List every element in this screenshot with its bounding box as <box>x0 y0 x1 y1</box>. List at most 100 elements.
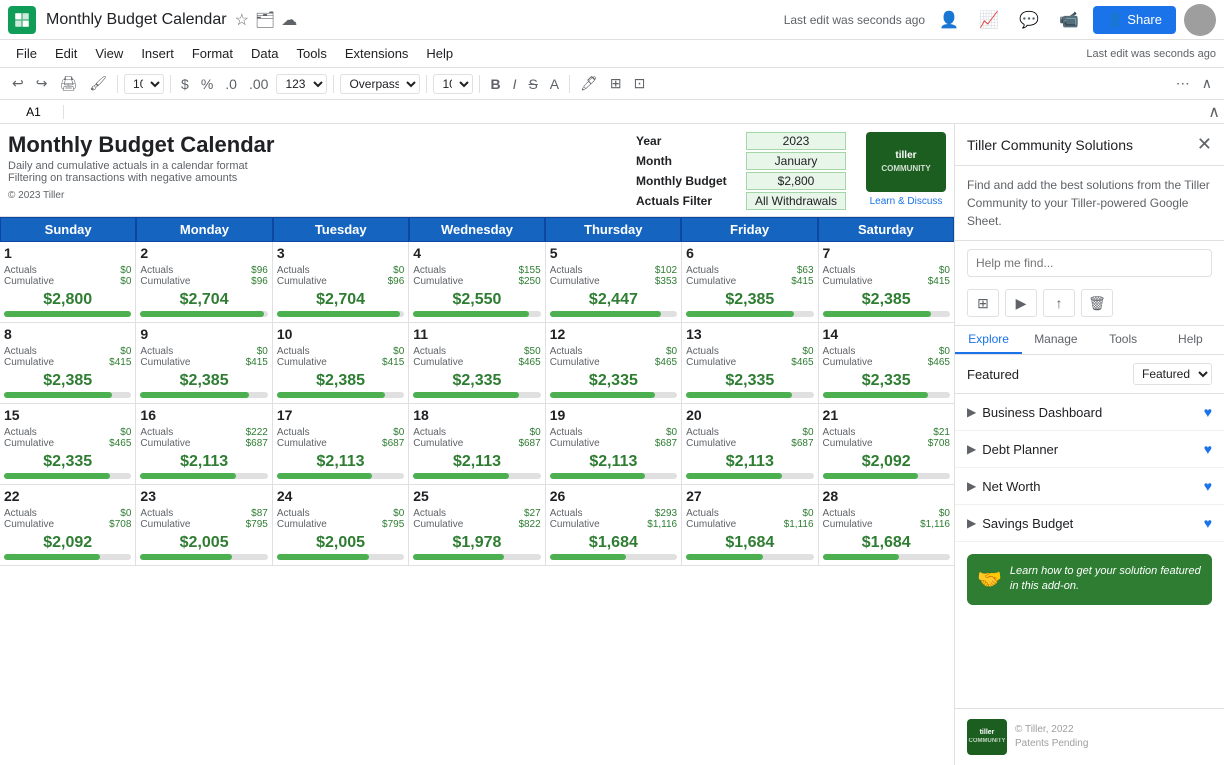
day-cell-28[interactable]: 28 Actuals $0 Cumulative $1,116 $1,684 <box>819 485 954 565</box>
percent-button[interactable]: % <box>197 74 217 94</box>
day-cell-23[interactable]: 23 Actuals $87 Cumulative $795 $2,005 <box>136 485 272 565</box>
day-cell-2[interactable]: 2 Actuals $96 Cumulative $96 $2,704 <box>136 242 272 322</box>
tab-tools[interactable]: Tools <box>1090 326 1157 354</box>
table-icon-button[interactable]: ⊞ <box>967 289 999 317</box>
meet-icon[interactable]: 📹 <box>1053 4 1085 36</box>
menu-edit[interactable]: Edit <box>47 44 85 63</box>
format-more-select[interactable]: 123 <box>276 74 327 94</box>
day-cell-10[interactable]: 10 Actuals $0 Cumulative $415 $2,385 <box>273 323 409 403</box>
merge-button[interactable]: ⊡ <box>630 73 650 94</box>
heart-icon[interactable]: ♥ <box>1204 441 1212 457</box>
budget-value[interactable]: $2,800 <box>746 172 846 190</box>
highlight-button[interactable]: 🖊 <box>576 73 602 94</box>
day-cell-21[interactable]: 21 Actuals $21 Cumulative $708 $2,092 <box>819 404 954 484</box>
year-value[interactable]: 2023 <box>746 132 846 150</box>
day-cell-7[interactable]: 7 Actuals $0 Cumulative $415 $2,385 <box>819 242 954 322</box>
tiller-bottom: tillerCOMMUNITY © Tiller, 2022 Patents P… <box>955 708 1224 765</box>
heart-icon[interactable]: ♥ <box>1204 478 1212 494</box>
currency-button[interactable]: $ <box>177 74 193 94</box>
menu-file[interactable]: File <box>8 44 45 63</box>
italic-button[interactable]: I <box>509 74 521 94</box>
menu-format[interactable]: Format <box>184 44 241 63</box>
text-color-button[interactable]: A <box>546 74 563 94</box>
day-cell-16[interactable]: 16 Actuals $222 Cumulative $687 $2,113 <box>136 404 272 484</box>
day-cell-4[interactable]: 4 Actuals $155 Cumulative $250 $2,550 <box>409 242 545 322</box>
day-cell-18[interactable]: 18 Actuals $0 Cumulative $687 $2,113 <box>409 404 545 484</box>
help-search-input[interactable] <box>967 249 1212 277</box>
decimal2-button[interactable]: .00 <box>245 74 272 94</box>
day-cell-25[interactable]: 25 Actuals $27 Cumulative $822 $1,978 <box>409 485 545 565</box>
day-cell-5[interactable]: 5 Actuals $102 Cumulative $353 $2,447 <box>546 242 682 322</box>
upload-icon-button[interactable]: ↑ <box>1043 289 1075 317</box>
menu-insert[interactable]: Insert <box>133 44 182 63</box>
solution-item-0[interactable]: ▶ Business Dashboard ♥ <box>955 394 1224 431</box>
day-cell-14[interactable]: 14 Actuals $0 Cumulative $465 $2,335 <box>819 323 954 403</box>
cloud-icon[interactable]: ☁ <box>281 10 297 30</box>
day-cell-3[interactable]: 3 Actuals $0 Cumulative $96 $2,704 <box>273 242 409 322</box>
heart-icon[interactable]: ♥ <box>1204 404 1212 420</box>
comments-history-icon[interactable]: 👤 <box>933 4 965 36</box>
month-value[interactable]: January <box>746 152 846 170</box>
cell-reference[interactable]: A1 <box>4 105 64 119</box>
featured-select[interactable]: Featured <box>1133 363 1212 385</box>
day-cell-20[interactable]: 20 Actuals $0 Cumulative $687 $2,113 <box>682 404 818 484</box>
avatar[interactable] <box>1184 4 1216 36</box>
menu-tools[interactable]: Tools <box>288 44 334 63</box>
collapse-button[interactable]: ∧ <box>1198 73 1216 94</box>
formula-collapse-button[interactable]: ∧ <box>1208 102 1220 122</box>
day-cell-9[interactable]: 9 Actuals $0 Cumulative $415 $2,385 <box>136 323 272 403</box>
day-cell-26[interactable]: 26 Actuals $293 Cumulative $1,116 $1,684 <box>546 485 682 565</box>
font-name-select[interactable]: Overpass <box>340 74 420 94</box>
more-options-button[interactable]: ⋯ <box>1172 73 1194 94</box>
menu-view[interactable]: View <box>87 44 131 63</box>
chat-icon[interactable]: 💬 <box>1013 4 1045 36</box>
bold-button[interactable]: B <box>486 74 504 94</box>
trending-icon[interactable]: 📈 <box>973 4 1005 36</box>
borders-button[interactable]: ⊞ <box>606 73 626 94</box>
day-cell-24[interactable]: 24 Actuals $0 Cumulative $795 $2,005 <box>273 485 409 565</box>
day-cell-1[interactable]: 1 Actuals $0 Cumulative $0 $2,800 <box>0 242 136 322</box>
day-cell-13[interactable]: 13 Actuals $0 Cumulative $465 $2,335 <box>682 323 818 403</box>
menu-extensions[interactable]: Extensions <box>337 44 417 63</box>
tab-manage[interactable]: Manage <box>1022 326 1089 354</box>
trash-icon-button[interactable]: 🗑 <box>1081 289 1113 317</box>
tab-help[interactable]: Help <box>1157 326 1224 354</box>
day-cell-8[interactable]: 8 Actuals $0 Cumulative $415 $2,385 <box>0 323 136 403</box>
day-cell-12[interactable]: 12 Actuals $0 Cumulative $465 $2,335 <box>546 323 682 403</box>
strikethrough-button[interactable]: S <box>524 74 541 94</box>
day-cell-19[interactable]: 19 Actuals $0 Cumulative $687 $2,113 <box>546 404 682 484</box>
day-number: 9 <box>140 325 267 345</box>
tab-explore[interactable]: Explore <box>955 326 1022 354</box>
decimal0-button[interactable]: .0 <box>221 74 241 94</box>
paint-format-button[interactable]: 🖌 <box>85 73 111 94</box>
solution-item-2[interactable]: ▶ Net Worth ♥ <box>955 468 1224 505</box>
filter-value[interactable]: All Withdrawals <box>746 192 846 210</box>
undo-button[interactable]: ↩ <box>8 73 28 94</box>
progress-bar-bg <box>140 554 267 560</box>
zoom-select[interactable]: 100% <box>124 74 164 94</box>
solution-item-3[interactable]: ▶ Savings Budget ♥ <box>955 505 1224 542</box>
day-cell-11[interactable]: 11 Actuals $50 Cumulative $465 $2,335 <box>409 323 545 403</box>
day-cell-15[interactable]: 15 Actuals $0 Cumulative $465 $2,335 <box>0 404 136 484</box>
print-button[interactable]: 🖨 <box>55 73 81 94</box>
arrow-icon-button[interactable]: ▶ <box>1005 289 1037 317</box>
folder-icon[interactable]: 🗂 <box>255 10 275 30</box>
learn-link[interactable]: Learn & Discuss <box>870 196 943 207</box>
day-cell-6[interactable]: 6 Actuals $63 Cumulative $415 $2,385 <box>682 242 818 322</box>
heart-icon[interactable]: ♥ <box>1204 515 1212 531</box>
actuals-row: Actuals $0 <box>277 508 404 519</box>
star-icon[interactable]: ☆ <box>235 10 249 30</box>
share-button[interactable]: 👤 Tiller Community Solutions Share <box>1093 6 1176 34</box>
day-number: 2 <box>140 244 267 264</box>
solution-item-1[interactable]: ▶ Debt Planner ♥ <box>955 431 1224 468</box>
cumulative-row: Cumulative $465 <box>413 357 540 368</box>
actuals-row: Actuals $0 <box>140 346 267 357</box>
font-size-select[interactable]: 10 <box>433 74 473 94</box>
day-cell-27[interactable]: 27 Actuals $0 Cumulative $1,116 $1,684 <box>682 485 818 565</box>
close-panel-button[interactable]: ✕ <box>1197 134 1212 155</box>
day-cell-17[interactable]: 17 Actuals $0 Cumulative $687 $2,113 <box>273 404 409 484</box>
redo-button[interactable]: ↪ <box>32 73 52 94</box>
day-cell-22[interactable]: 22 Actuals $0 Cumulative $708 $2,092 <box>0 485 136 565</box>
menu-help[interactable]: Help <box>418 44 461 63</box>
menu-data[interactable]: Data <box>243 44 286 63</box>
